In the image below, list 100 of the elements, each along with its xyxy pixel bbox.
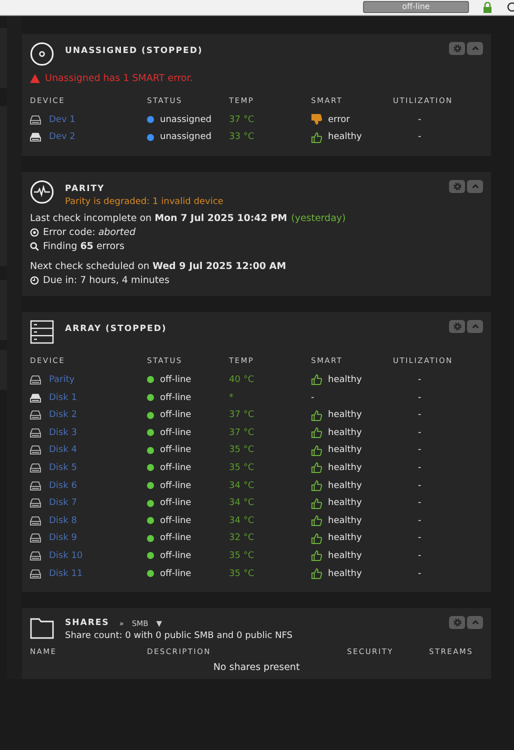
device-link[interactable]: Disk 5	[49, 462, 77, 473]
thumbs-up-icon	[311, 410, 322, 421]
utilization-value: -	[417, 114, 422, 125]
temperature: 35 °C	[229, 550, 256, 561]
device-link[interactable]: Disk 9	[49, 533, 77, 544]
device-link[interactable]: Dev 2	[49, 132, 76, 142]
disc-icon	[30, 42, 54, 66]
clock-icon	[30, 276, 39, 286]
panel-title: UNASSIGNED (STOPPED)	[65, 46, 203, 56]
utilization-value: -	[417, 480, 422, 491]
collapse-button[interactable]	[467, 616, 483, 630]
smart-status: error	[328, 114, 350, 125]
temperature: 34 °C	[229, 516, 256, 526]
hard-drive-icon	[30, 114, 41, 125]
device-link[interactable]: Parity	[49, 374, 75, 385]
utilization-value: -	[417, 533, 422, 544]
due-in-text: Due in: 7 hours, 4 minutes	[43, 275, 170, 286]
gear-icon	[452, 618, 462, 628]
warning-icon	[30, 74, 40, 83]
panel-title: PARITY	[65, 184, 106, 194]
device-link[interactable]: Disk 10	[49, 550, 83, 561]
temperature: 37 °C	[229, 428, 256, 438]
temperature: 35 °C	[229, 445, 256, 456]
utilization-value: -	[417, 568, 422, 579]
hard-drive-icon	[30, 132, 41, 142]
status-text: off-line	[160, 480, 192, 491]
hard-drive-icon	[30, 410, 41, 420]
smart-status: healthy	[328, 410, 362, 420]
hard-drive-icon	[30, 462, 41, 473]
last-check-text: Last check incomplete on Mon 7 Jul 2025 10:42 PM	[30, 213, 288, 224]
temperature: 35 °C	[229, 568, 256, 579]
smart-status: healthy	[328, 516, 362, 526]
hard-drive-icon	[30, 550, 41, 561]
status-text: off-line	[160, 533, 192, 544]
hard-drive-icon	[30, 480, 41, 491]
gear-icon	[452, 44, 462, 53]
device-link[interactable]: Disk 11	[49, 568, 83, 579]
settings-button[interactable]	[449, 616, 465, 630]
smart-status: healthy	[328, 445, 362, 456]
chevron-up-icon	[470, 618, 480, 628]
server-rack-icon	[30, 320, 54, 344]
status-text: off-line	[160, 392, 192, 403]
device-link[interactable]: Disk 7	[49, 498, 77, 508]
status-text: unassigned	[160, 114, 212, 125]
folder-icon	[30, 616, 54, 640]
thumbs-up-icon	[311, 132, 322, 143]
hard-drive-icon	[30, 392, 41, 403]
share-count: Share count: 0 with 0 public SMB and 0 public NFS	[65, 631, 292, 642]
search-icon	[30, 242, 39, 252]
utilization-value: -	[417, 516, 422, 526]
device-link[interactable]: Disk 6	[49, 480, 77, 491]
settings-button[interactable]	[449, 180, 465, 194]
utilization-value: -	[417, 428, 422, 438]
lock-icon[interactable]	[483, 2, 492, 13]
status-text: off-line	[160, 550, 192, 561]
gear-icon	[452, 182, 462, 192]
device-link[interactable]: Disk 8	[49, 516, 77, 526]
thumbs-up-icon	[311, 427, 322, 438]
thumbs-up-icon	[311, 374, 322, 386]
collapse-button[interactable]	[467, 320, 483, 334]
temperature: *	[229, 392, 234, 403]
temperature: 40 °C	[229, 374, 256, 385]
thumbs-up-icon	[311, 515, 322, 526]
device-link[interactable]: Disk 1	[49, 392, 77, 403]
device-link[interactable]: Disk 4	[49, 445, 77, 456]
device-link[interactable]: Dev 1	[49, 114, 76, 125]
hard-drive-icon	[30, 568, 41, 579]
utilization-value: -	[417, 462, 422, 473]
hard-drive-icon	[30, 445, 41, 456]
status-text: unassigned	[160, 132, 212, 142]
search-icon[interactable]	[506, 2, 514, 13]
collapse-button[interactable]	[467, 42, 483, 55]
settings-button[interactable]	[449, 42, 465, 55]
utilization-value: -	[417, 392, 422, 403]
collapse-button[interactable]	[467, 180, 483, 194]
chevron-up-icon	[470, 322, 480, 332]
status-text: off-line	[160, 498, 192, 508]
utilization-value: -	[417, 132, 422, 142]
utilization-value: -	[417, 445, 422, 456]
target-icon	[30, 228, 39, 238]
hard-drive-icon	[30, 428, 41, 438]
thumbs-up-icon	[311, 444, 322, 456]
utilization-value: -	[417, 550, 422, 561]
smart-status: healthy	[328, 550, 362, 561]
pulse-icon	[30, 180, 54, 204]
status-button[interactable]: off-line	[363, 1, 469, 13]
settings-button[interactable]	[449, 320, 465, 334]
utilization-value: -	[417, 498, 422, 508]
device-link[interactable]: Disk 3	[49, 428, 77, 438]
smart-status: healthy	[328, 498, 362, 508]
smart-status: healthy	[328, 462, 362, 473]
warning-message: Unassigned has 1 SMART error.	[45, 73, 193, 84]
status-text: off-line	[160, 410, 192, 420]
gear-icon	[452, 322, 462, 332]
parity-status: Parity is degraded: 1 invalid device	[65, 197, 224, 208]
temperature: 35 °C	[229, 462, 256, 473]
device-link[interactable]: Disk 2	[49, 410, 77, 420]
thumbs-up-icon	[311, 498, 322, 509]
thumbs-up-icon	[311, 532, 322, 544]
status-text: off-line	[160, 568, 192, 579]
